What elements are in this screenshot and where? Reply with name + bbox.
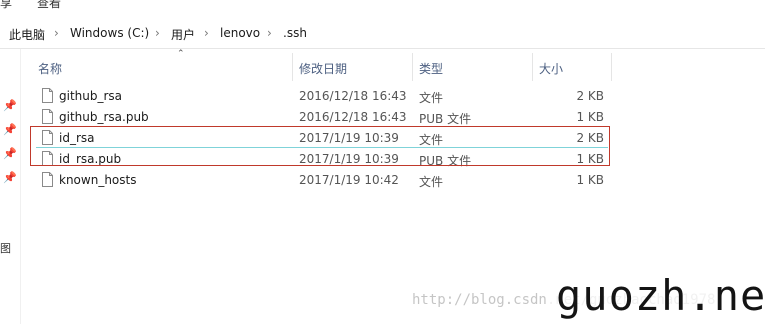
chevron-right-icon[interactable]: ›: [267, 26, 272, 40]
file-type: PUB 文件: [419, 112, 472, 126]
column-size-header[interactable]: 大小: [539, 60, 563, 77]
file-size: 1 KB: [576, 152, 604, 166]
file-row[interactable]: github_rsa.pub 2016/12/18 16:43 PUB 文件 1…: [30, 107, 610, 128]
file-size: 1 KB: [576, 110, 604, 124]
pin-icon[interactable]: 📌: [3, 172, 17, 184]
file-modified-date: 2017/1/19 10:42: [299, 173, 399, 187]
file-modified-date: 2017/1/19 10:39: [299, 131, 399, 145]
ribbon-tab-share[interactable]: 享: [0, 0, 12, 11]
file-type: PUB 文件: [419, 154, 472, 168]
ribbon-tab-view[interactable]: 查看: [37, 0, 61, 11]
breadcrumb-drive-c[interactable]: Windows (C:): [70, 26, 149, 40]
chevron-right-icon[interactable]: ›: [204, 26, 209, 40]
file-type: 文件: [419, 91, 444, 105]
file-row[interactable]: id_rsa 2017/1/19 10:39 文件 2 KB: [30, 128, 610, 149]
selection-focus-line: [36, 147, 608, 148]
file-size: 1 KB: [576, 173, 604, 187]
file-type: 文件: [419, 133, 444, 147]
file-icon: [42, 88, 53, 103]
column-type-header[interactable]: 类型: [419, 60, 443, 77]
file-row[interactable]: known_hosts 2017/1/19 10:42 文件 1 KB: [30, 170, 610, 191]
file-name: id_rsa: [59, 131, 95, 145]
breadcrumb-ssh[interactable]: .ssh: [283, 26, 307, 40]
column-header: ⌃ 名称 修改日期 类型 大小: [20, 49, 765, 83]
column-divider[interactable]: [292, 53, 293, 81]
nav-item-label[interactable]: 图: [0, 240, 11, 256]
file-modified-date: 2016/12/18 16:43: [299, 110, 407, 124]
file-size: 2 KB: [576, 131, 604, 145]
file-icon: [42, 130, 53, 145]
watermark-logo: guozh.net: [550, 270, 765, 322]
pin-icon[interactable]: 📌: [3, 148, 17, 160]
chevron-right-icon[interactable]: ›: [54, 26, 59, 40]
chevron-right-icon[interactable]: ›: [155, 26, 160, 40]
file-name: id_rsa.pub: [59, 152, 122, 166]
file-name: github_rsa: [59, 89, 123, 103]
column-divider[interactable]: [412, 53, 413, 81]
file-icon: [42, 151, 53, 166]
column-name-header[interactable]: 名称: [38, 60, 62, 77]
file-explorer-window: 享 查看 此电脑 › Windows (C:) › 用户 › lenovo › …: [0, 0, 765, 324]
file-modified-date: 2017/1/19 10:39: [299, 152, 399, 166]
file-modified-date: 2016/12/18 16:43: [299, 89, 407, 103]
address-bar[interactable]: 此电脑 › Windows (C:) › 用户 › lenovo › .ssh: [0, 18, 765, 49]
breadcrumb-this-pc[interactable]: 此电脑: [9, 26, 45, 43]
ribbon-tabs: 享 查看: [0, 0, 765, 16]
column-divider[interactable]: [532, 53, 533, 81]
breadcrumb-lenovo[interactable]: lenovo: [220, 26, 260, 40]
file-name: known_hosts: [59, 173, 137, 187]
column-divider[interactable]: [611, 53, 612, 81]
file-type: 文件: [419, 175, 444, 189]
pin-icon[interactable]: 📌: [3, 100, 17, 112]
breadcrumb-users[interactable]: 用户: [171, 26, 195, 43]
file-row[interactable]: id_rsa.pub 2017/1/19 10:39 PUB 文件 1 KB: [30, 149, 610, 170]
navigation-pane: 📌 📌 📌 📌 图: [0, 49, 21, 324]
pin-icon[interactable]: 📌: [3, 124, 17, 136]
column-date-header[interactable]: 修改日期: [299, 60, 347, 77]
file-row[interactable]: github_rsa 2016/12/18 16:43 文件 2 KB: [30, 86, 610, 107]
file-name: github_rsa.pub: [59, 110, 149, 124]
file-icon: [42, 109, 53, 124]
sort-ascending-icon: ⌃: [177, 49, 185, 59]
file-icon: [42, 172, 53, 187]
file-size: 2 KB: [576, 89, 604, 103]
